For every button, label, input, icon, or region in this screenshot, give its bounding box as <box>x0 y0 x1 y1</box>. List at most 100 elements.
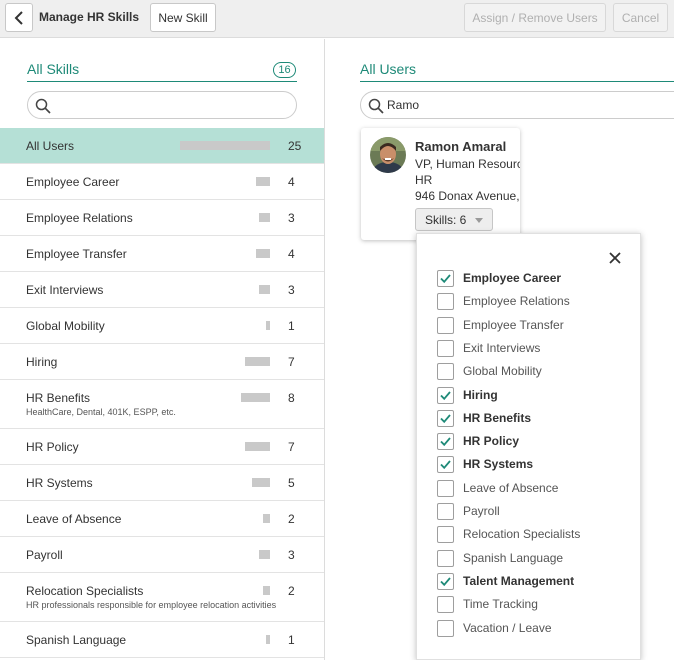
checkbox-unchecked[interactable] <box>437 550 454 567</box>
checkmark-icon <box>440 577 451 587</box>
skill-checkbox-label: HR Systems <box>463 457 534 471</box>
skill-row[interactable]: All Users 25 <box>0 128 324 164</box>
checkbox-checked[interactable] <box>437 456 454 473</box>
skill-row[interactable]: Employee Career 4 <box>0 164 324 200</box>
skill-checkbox-label: Relocation Specialists <box>463 527 581 541</box>
cancel-button[interactable]: Cancel <box>613 3 668 32</box>
skill-usage-bar <box>259 213 270 222</box>
skill-checkbox-label: Talent Management <box>463 574 575 588</box>
skill-name: Leave of Absence <box>26 512 122 526</box>
skill-name: All Users <box>26 139 75 153</box>
skill-row[interactable]: Exit Interviews 3 <box>0 272 324 308</box>
skill-count: 1 <box>288 633 295 647</box>
user-department: HR <box>415 173 433 187</box>
skill-count: 2 <box>288 512 295 526</box>
skill-row[interactable]: Leave of Absence 2 <box>0 501 324 537</box>
checkbox-checked[interactable] <box>437 433 454 450</box>
checkbox-unchecked[interactable] <box>437 340 454 357</box>
caret-down-icon <box>475 218 483 223</box>
checkbox-unchecked[interactable] <box>437 526 454 543</box>
skill-checkbox-label: Time Tracking <box>463 597 538 611</box>
close-icon[interactable] <box>607 250 623 266</box>
checkmark-icon <box>440 460 451 470</box>
skill-name: Employee Transfer <box>26 247 127 261</box>
skill-count: 5 <box>288 476 295 490</box>
checkmark-icon <box>440 391 451 401</box>
skill-row[interactable]: Hiring 7 <box>0 344 324 380</box>
new-skill-button[interactable]: New Skill <box>150 3 216 32</box>
skill-row[interactable]: HR Policy 7 <box>0 429 324 465</box>
skill-row[interactable]: Spanish Language 1 <box>0 622 324 658</box>
skill-count: 2 <box>288 584 295 598</box>
assign-remove-users-button[interactable]: Assign / Remove Users <box>464 3 606 32</box>
skill-count: 8 <box>288 391 295 405</box>
checkbox-unchecked[interactable] <box>437 480 454 497</box>
users-search-box[interactable] <box>360 91 674 119</box>
search-icon <box>368 98 384 114</box>
checkbox-unchecked[interactable] <box>437 293 454 310</box>
skill-count: 3 <box>288 211 295 225</box>
skill-name: Spanish Language <box>26 633 127 647</box>
skills-dropdown-label: Skills: 6 <box>425 212 467 227</box>
checkmark-icon <box>440 414 451 424</box>
skills-heading: All Skills <box>27 61 80 77</box>
skill-row[interactable]: Global Mobility 1 <box>0 308 324 344</box>
checkbox-checked[interactable] <box>437 387 454 404</box>
user-job-title: VP, Human Resources <box>415 157 520 171</box>
skill-row[interactable]: Relocation Specialists HR professionals r… <box>0 573 324 622</box>
skills-search-box[interactable] <box>27 91 297 119</box>
users-search-input[interactable] <box>387 95 587 115</box>
skill-checkbox-label: Employee Relations <box>463 294 570 308</box>
checkbox-checked[interactable] <box>437 573 454 590</box>
skills-search-input[interactable] <box>54 95 254 115</box>
skills-panel: All Skills 16 All Users 25 Employee Career… <box>0 39 325 660</box>
skill-name: HR Systems <box>26 476 93 490</box>
avatar <box>370 137 406 173</box>
skill-row[interactable]: Employee Transfer 4 <box>0 236 324 272</box>
checkbox-checked[interactable] <box>437 270 454 287</box>
user-card[interactable]: Ramon Amaral VP, Human Resources HR 946 … <box>361 128 520 240</box>
skill-name: Relocation Specialists <box>26 584 144 598</box>
checkbox-unchecked[interactable] <box>437 596 454 613</box>
skills-popup: Employee Career Employee Relations Employe… <box>416 233 641 660</box>
checkbox-unchecked[interactable] <box>437 317 454 334</box>
skill-usage-bar <box>241 393 270 402</box>
checkbox-unchecked[interactable] <box>437 363 454 380</box>
back-button[interactable] <box>5 3 33 32</box>
skill-description: HR professionals responsible for employe… <box>26 600 277 610</box>
page-title: Manage HR Skills <box>39 10 140 24</box>
skill-usage-bar <box>256 249 270 258</box>
users-heading: All Users <box>360 61 417 77</box>
skill-checkbox-label: Spanish Language <box>463 551 564 565</box>
skill-count: 25 <box>288 139 302 153</box>
checkbox-unchecked[interactable] <box>437 620 454 637</box>
users-heading-underline <box>360 81 674 82</box>
skill-name: Global Mobility <box>26 319 105 333</box>
skill-usage-bar <box>245 357 270 366</box>
chevron-left-icon <box>14 10 23 25</box>
skill-checkbox-label: HR Policy <box>463 434 520 448</box>
skill-count: 7 <box>288 440 295 454</box>
skill-name: Exit Interviews <box>26 283 104 297</box>
skills-dropdown-button[interactable]: Skills: 6 <box>415 208 493 231</box>
skill-usage-bar <box>252 478 270 487</box>
skill-usage-bar <box>180 141 270 150</box>
skill-name: HR Policy <box>26 440 79 454</box>
skill-name: Hiring <box>26 355 58 369</box>
skill-checkbox-label: Hiring <box>463 388 498 402</box>
skill-usage-bar <box>266 321 270 330</box>
skill-row[interactable]: HR Systems 5 <box>0 465 324 501</box>
skill-list: All Users 25 Employee Career 4 Employee Rela… <box>0 128 324 658</box>
checkbox-checked[interactable] <box>437 410 454 427</box>
skill-checkbox-label: Employee Career <box>463 271 562 285</box>
skill-checkbox-label: Exit Interviews <box>463 341 541 355</box>
skill-row[interactable]: HR Benefits HealthCare, Dental, 401K, ESP… <box>0 380 324 429</box>
skill-name: HR Benefits <box>26 391 91 405</box>
skill-checkbox-label: Vacation / Leave <box>463 621 552 635</box>
skill-usage-bar <box>266 635 270 644</box>
skills-count-badge: 16 <box>273 62 296 78</box>
search-icon <box>35 98 51 114</box>
skill-row[interactable]: Employee Relations 3 <box>0 200 324 236</box>
checkbox-unchecked[interactable] <box>437 503 454 520</box>
skill-row[interactable]: Payroll 3 <box>0 537 324 573</box>
